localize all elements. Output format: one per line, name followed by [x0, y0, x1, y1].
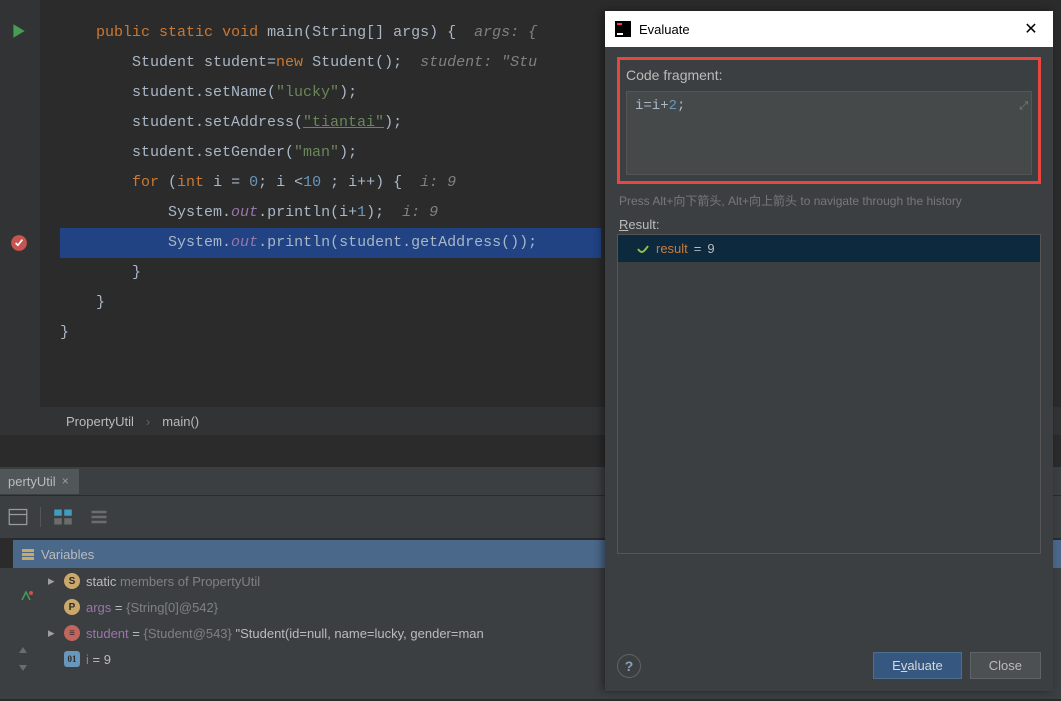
code-content[interactable]: public static void main(String[] args) {…: [60, 18, 537, 348]
history-hint: Press Alt+向下箭头, Alt+向上箭头 to navigate thr…: [619, 192, 1039, 209]
expand-arrow-icon[interactable]: ▸: [48, 573, 58, 589]
frame-nav: [16, 644, 30, 674]
arrow-up-icon[interactable]: [16, 644, 30, 658]
variables-label: Variables: [41, 547, 94, 562]
close-button[interactable]: Close: [970, 652, 1041, 679]
intellij-icon: [615, 21, 631, 37]
expand-arrow-icon[interactable]: ▸: [48, 625, 58, 641]
collapse-icon[interactable]: ⤢: [1019, 100, 1028, 113]
run-icon[interactable]: [10, 22, 28, 40]
evaluate-dialog: Evaluate ✕ Code fragment: i=i+2; ⤢ Press…: [605, 11, 1053, 691]
static-badge-icon: S: [64, 573, 80, 589]
restore-layout-icon[interactable]: [8, 507, 28, 527]
object-badge-icon: ≡: [64, 625, 80, 641]
breadcrumb-method[interactable]: main(): [156, 414, 205, 429]
fragment-input[interactable]: i=i+2;: [626, 91, 1032, 175]
new-watch-icon[interactable]: [20, 590, 34, 602]
side-decoration: [0, 568, 13, 698]
result-ok-icon: [636, 242, 650, 256]
int-badge-icon: 01: [64, 651, 80, 667]
chevron-right-icon: ›: [140, 414, 156, 429]
close-icon[interactable]: ×: [62, 474, 69, 488]
tab-propertyutil[interactable]: pertyUtil ×: [0, 469, 79, 494]
close-icon[interactable]: ✕: [1019, 17, 1043, 41]
list-icon[interactable]: [89, 507, 109, 527]
evaluate-button[interactable]: Evaluate: [873, 652, 962, 679]
breadcrumb-class[interactable]: PropertyUtil: [60, 414, 140, 429]
dialog-title: Evaluate: [639, 22, 1019, 37]
help-button[interactable]: ?: [617, 654, 641, 678]
arrow-down-icon[interactable]: [16, 660, 30, 674]
result-row[interactable]: result = 9: [618, 235, 1040, 262]
code-fragment-section: Code fragment: i=i+2; ⤢: [617, 57, 1041, 184]
tab-label: pertyUtil: [8, 474, 56, 489]
result-label: Result:: [619, 217, 1039, 232]
grid-icon[interactable]: [53, 507, 73, 527]
dialog-titlebar[interactable]: Evaluate ✕: [605, 11, 1053, 47]
result-box[interactable]: result = 9: [617, 234, 1041, 554]
breakpoint-icon[interactable]: [10, 234, 28, 252]
dialog-footer: ? Evaluate Close: [617, 652, 1041, 679]
param-badge-icon: P: [64, 599, 80, 615]
editor-gutter: [0, 0, 40, 435]
variables-icon: [21, 547, 35, 561]
fragment-label: Code fragment:: [626, 67, 1032, 83]
